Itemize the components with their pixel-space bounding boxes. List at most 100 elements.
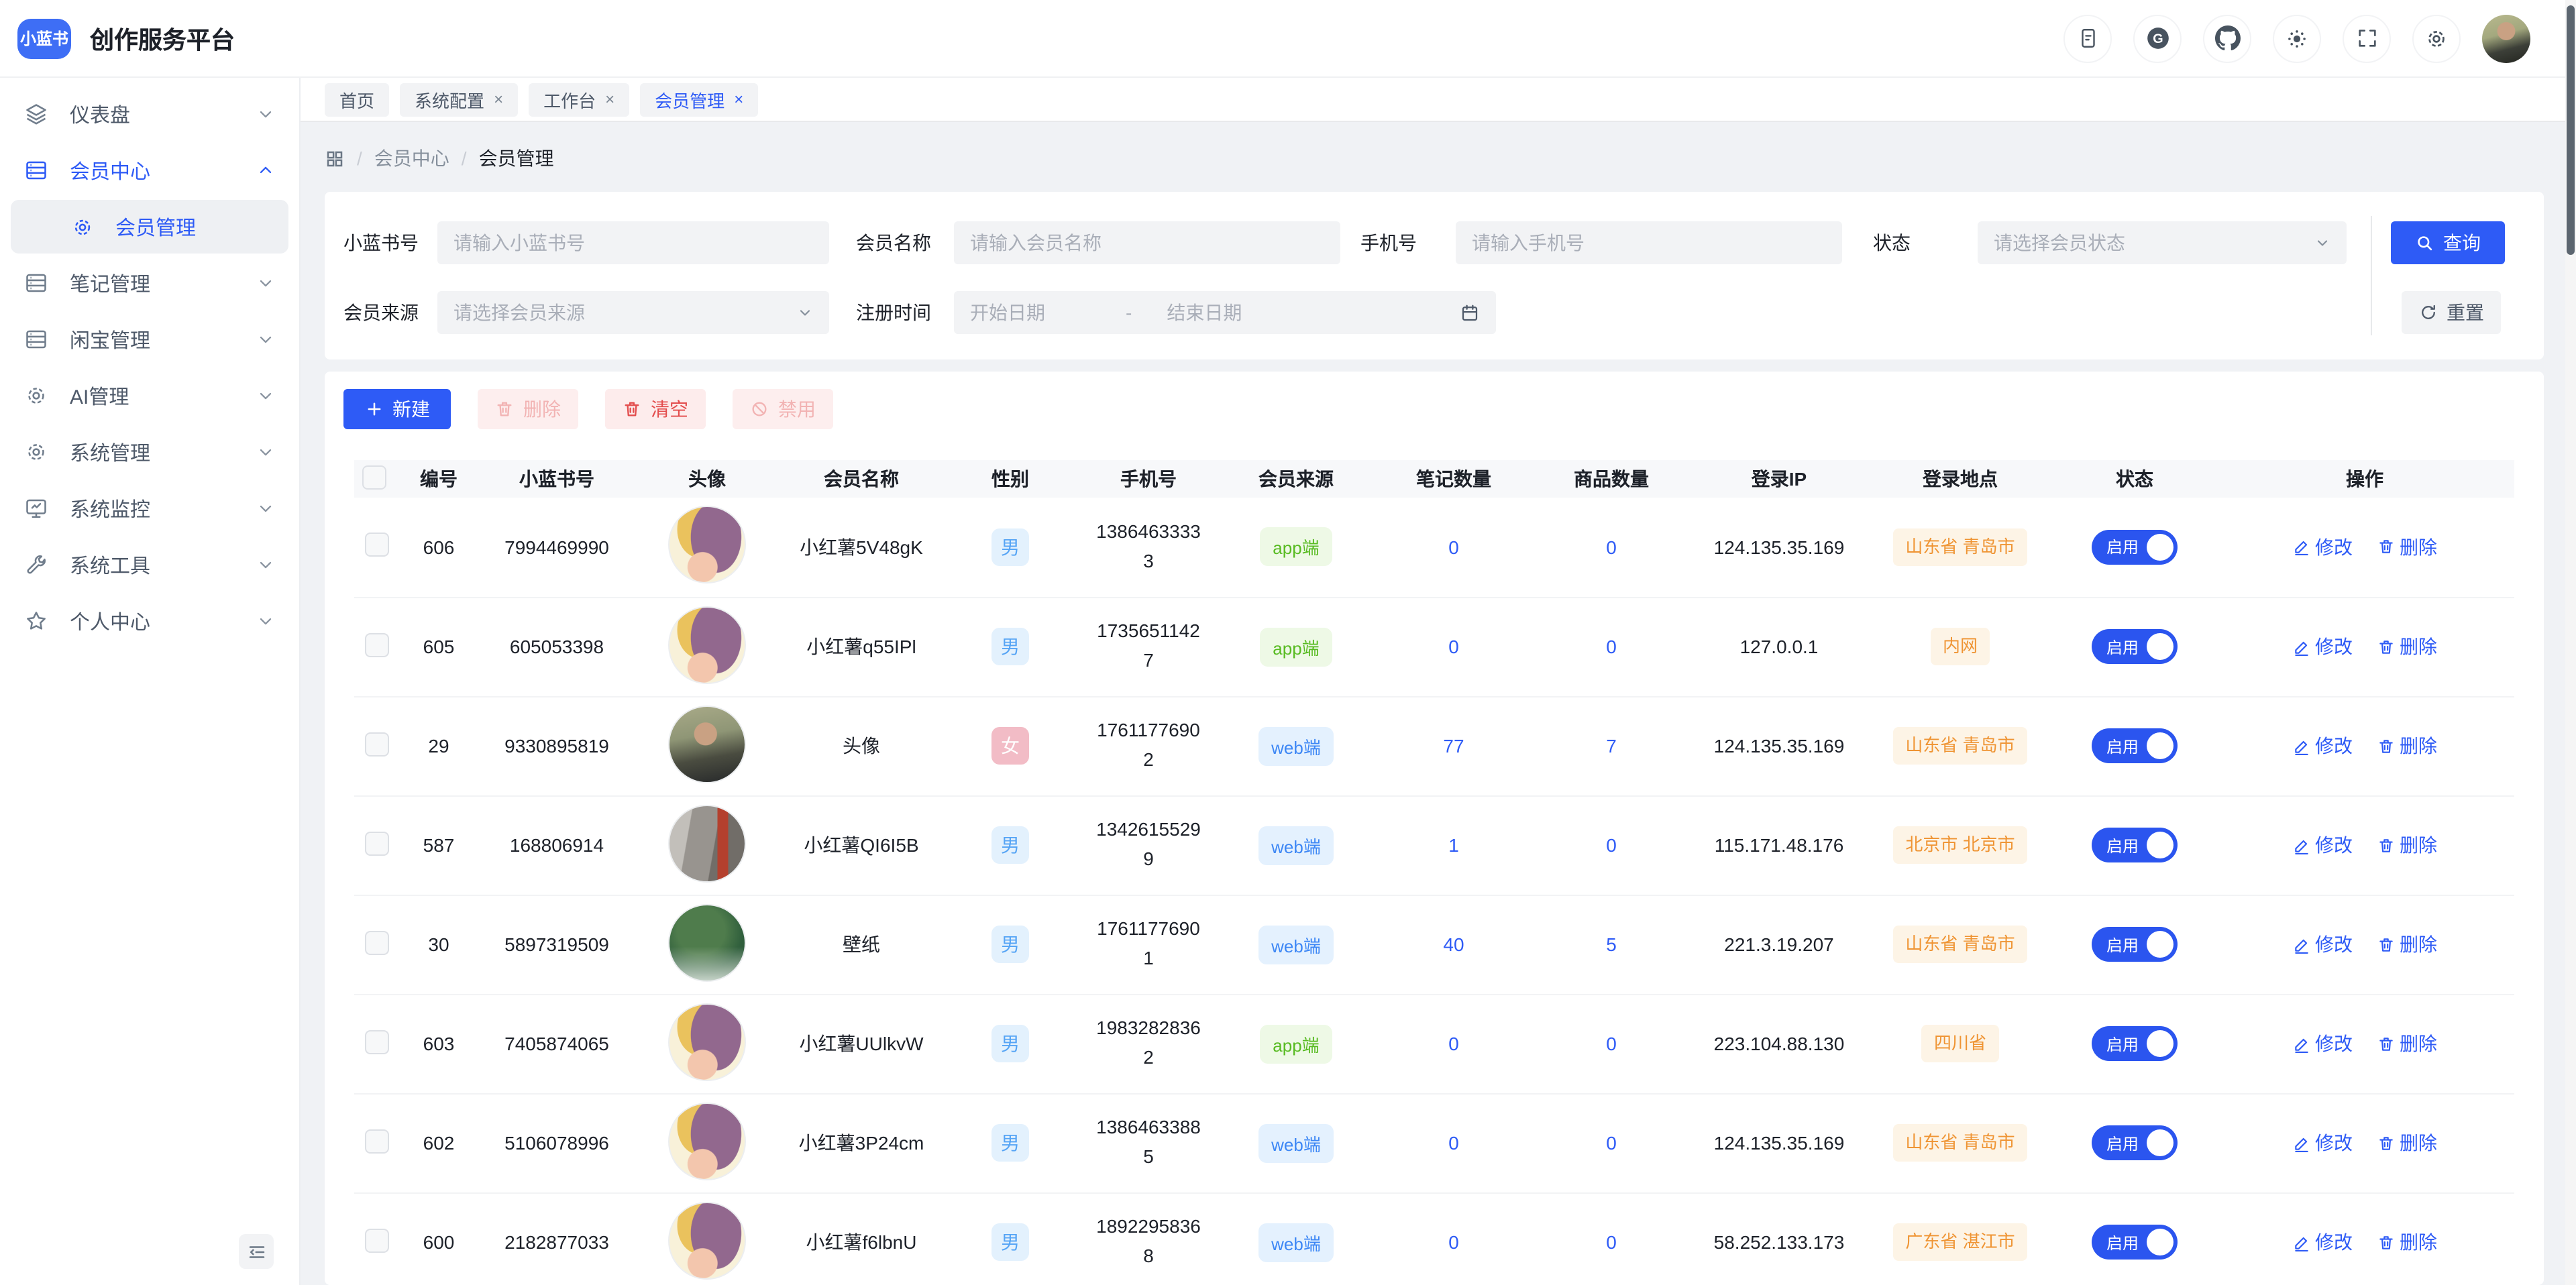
row-checkbox[interactable] [365,533,389,557]
book-no-input[interactable] [437,221,829,264]
clear-button[interactable]: 清空 [605,389,706,429]
member-phone: 17611776902 [1081,696,1216,795]
edit-link[interactable]: 修改 [2292,1129,2353,1156]
sidebar-item-member-management[interactable]: 会员管理 [11,200,288,254]
settings-button[interactable] [2412,14,2461,62]
delete-link[interactable]: 删除 [2377,732,2437,759]
disable-button[interactable]: 禁用 [733,389,833,429]
row-checkbox[interactable] [365,632,389,657]
tab-system-config[interactable]: 系统配置 × [400,82,518,116]
phone-input[interactable] [1456,221,1842,264]
collapse-sidebar-button[interactable] [239,1234,274,1269]
sidebar-item-system-management[interactable]: 系统管理 [11,425,288,479]
status-toggle[interactable]: 启用 [2092,629,2178,664]
delete-link[interactable]: 删除 [2377,534,2437,561]
gitee-button[interactable]: G [2133,14,2182,62]
search-icon [2415,233,2434,252]
status-toggle[interactable]: 启用 [2092,828,2178,862]
goods-count-link[interactable]: 0 [1606,1132,1617,1154]
delete-link[interactable]: 删除 [2377,931,2437,958]
notes-count-link[interactable]: 0 [1448,537,1459,558]
filter-label-phone: 手机号 [1360,229,1456,256]
status-toggle[interactable]: 启用 [2092,728,2178,763]
notes-count-link[interactable]: 0 [1448,1033,1459,1054]
grid-icon[interactable] [325,148,345,168]
delete-link[interactable]: 删除 [2377,1030,2437,1057]
list-icon [24,327,48,351]
member-name-input[interactable] [954,221,1340,264]
select-all-checkbox[interactable] [362,465,386,489]
row-checkbox[interactable] [365,1129,389,1153]
sidebar-item-system-tools[interactable]: 系统工具 [11,538,288,592]
edit-link[interactable]: 修改 [2292,732,2353,759]
notes-count-link[interactable]: 77 [1443,735,1464,757]
breadcrumb-member-center[interactable]: 会员中心 [374,145,449,172]
fullscreen-button[interactable] [2343,14,2391,62]
login-location-badge: 四川省 [1922,1025,1998,1062]
edit-link[interactable]: 修改 [2292,931,2353,958]
member-phone: 17611776901 [1081,895,1216,994]
row-checkbox[interactable] [365,930,389,954]
theme-toggle-button[interactable] [2273,14,2321,62]
status-toggle[interactable]: 启用 [2092,927,2178,962]
goods-count-link[interactable]: 7 [1606,735,1617,757]
member-book-no: 2182877033 [483,1192,631,1285]
close-icon[interactable]: × [494,90,503,109]
docs-button[interactable] [2063,14,2112,62]
edit-link[interactable]: 修改 [2292,633,2353,660]
source-select[interactable]: 请选择会员来源 [437,291,829,334]
status-select[interactable]: 请选择会员状态 [1978,221,2347,264]
notes-count-link[interactable]: 40 [1443,934,1464,955]
status-toggle[interactable]: 启用 [2092,1225,2178,1260]
status-toggle[interactable]: 启用 [2092,1125,2178,1160]
goods-count-link[interactable]: 0 [1606,834,1617,856]
tab-home[interactable]: 首页 [325,82,389,116]
edit-link[interactable]: 修改 [2292,1229,2353,1255]
close-icon[interactable]: × [734,90,743,109]
edit-link[interactable]: 修改 [2292,534,2353,561]
register-time-range-picker[interactable]: 开始日期 - 结束日期 [954,291,1496,334]
goods-count-link[interactable]: 0 [1606,537,1617,558]
sidebar-item-personal-center[interactable]: 个人中心 [11,594,288,648]
status-toggle[interactable]: 启用 [2092,1026,2178,1061]
refresh-icon [2418,303,2437,322]
sidebar-item-note-management[interactable]: 笔记管理 [11,256,288,310]
sidebar-item-dashboard[interactable]: 仪表盘 [11,87,288,141]
goods-count-link[interactable]: 0 [1606,1231,1617,1253]
star-icon [24,609,48,633]
status-toggle[interactable]: 启用 [2092,530,2178,565]
goods-count-link[interactable]: 5 [1606,934,1617,955]
row-checkbox[interactable] [365,732,389,756]
sidebar-item-xianbao-management[interactable]: 闲宝管理 [11,313,288,366]
notes-count-link[interactable]: 0 [1448,1231,1459,1253]
user-avatar[interactable] [2482,14,2530,62]
scrollbar-thumb[interactable] [2567,5,2575,255]
sidebar-item-member-center[interactable]: 会员中心 [11,144,288,197]
notes-count-link[interactable]: 0 [1448,1132,1459,1154]
delete-link[interactable]: 删除 [2377,1229,2437,1255]
delete-link[interactable]: 删除 [2377,832,2437,858]
close-icon[interactable]: × [605,90,614,109]
ban-icon [750,400,769,418]
row-checkbox[interactable] [365,1228,389,1252]
create-button[interactable]: 新建 [343,389,451,429]
row-checkbox[interactable] [365,831,389,855]
search-button[interactable]: 查询 [2391,221,2505,264]
reset-button[interactable]: 重置 [2402,291,2501,334]
tab-member-management[interactable]: 会员管理 × [640,82,758,116]
edit-link[interactable]: 修改 [2292,832,2353,858]
goods-count-link[interactable]: 0 [1606,1033,1617,1054]
row-checkbox[interactable] [365,1029,389,1054]
sidebar-item-ai-management[interactable]: AI管理 [11,369,288,423]
delete-button[interactable]: 删除 [478,389,578,429]
notes-count-link[interactable]: 1 [1448,834,1459,856]
tab-workbench[interactable]: 工作台 × [529,82,629,116]
login-location-badge: 山东省 青岛市 [1893,1124,2027,1161]
delete-link[interactable]: 删除 [2377,1129,2437,1156]
goods-count-link[interactable]: 0 [1606,636,1617,657]
delete-link[interactable]: 删除 [2377,633,2437,660]
sidebar-item-system-monitor[interactable]: 系统监控 [11,482,288,535]
edit-link[interactable]: 修改 [2292,1030,2353,1057]
notes-count-link[interactable]: 0 [1448,636,1459,657]
github-button[interactable] [2203,14,2251,62]
